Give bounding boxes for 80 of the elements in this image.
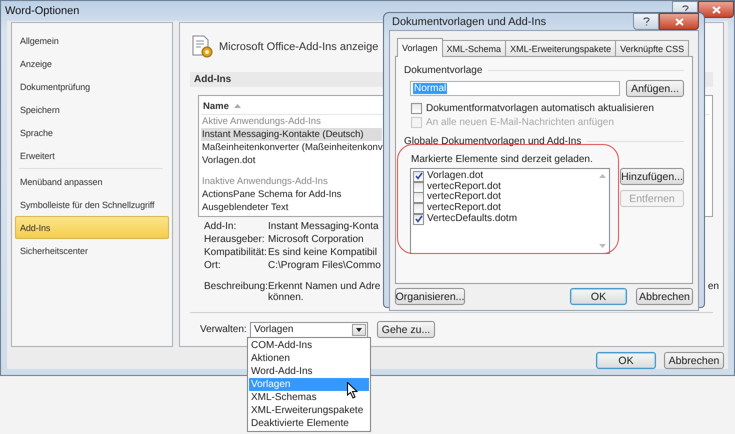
close-button[interactable] bbox=[659, 13, 699, 30]
sidebar-item[interactable]: Speichern bbox=[15, 98, 169, 121]
detail-label: Ort: bbox=[204, 259, 222, 272]
detail-label: Add-In: bbox=[204, 220, 238, 234]
sidebar-item[interactable]: Dokumentprüfung bbox=[15, 75, 169, 98]
add-in-row[interactable]: Instant Messaging-Kontakte (Deutsch) bbox=[201, 128, 382, 142]
checkbox[interactable] bbox=[413, 192, 424, 204]
close-icon bbox=[674, 18, 684, 26]
dropdown-option[interactable]: COM-Add-Ins bbox=[249, 339, 369, 352]
scroll-down-icon[interactable] bbox=[598, 244, 606, 248]
add-in-row[interactable]: Vorlagen.dot bbox=[201, 154, 382, 168]
dropdown-option[interactable]: Aktionen bbox=[249, 352, 369, 365]
column-header[interactable]: Name bbox=[203, 100, 229, 112]
dialog-button[interactable]: OK bbox=[570, 288, 627, 305]
checkbox-label: Dokumentformatvorlagen automatisch aktualisieren bbox=[426, 102, 654, 114]
add-in-row[interactable]: ActionsPane Schema for Add-Ins bbox=[201, 188, 382, 202]
pointer-icon bbox=[347, 382, 358, 399]
sidebar-item[interactable]: Symbolleiste für den Schnellzugriff bbox=[15, 193, 169, 216]
page-heading: Microsoft Office-Add-Ins anzeige bbox=[219, 41, 378, 54]
sidebar-item[interactable]: Menüband anpassen bbox=[15, 170, 169, 193]
description-text: en bbox=[708, 281, 719, 292]
help-button[interactable] bbox=[633, 13, 659, 30]
sidebar-item[interactable]: Sprache bbox=[15, 121, 169, 144]
close-icon bbox=[712, 6, 720, 14]
detail-value: Instant Messaging-Konta bbox=[268, 220, 380, 234]
add-in-row[interactable]: Ausgeblendeter Text bbox=[201, 201, 382, 214]
document-gear-icon bbox=[192, 35, 214, 60]
tab[interactable]: Verknüpfte CSS bbox=[615, 40, 690, 56]
checkbox[interactable] bbox=[411, 102, 422, 114]
scroll-up-icon[interactable] bbox=[598, 174, 606, 178]
group-heading: Inaktive Anwendungs-Add-Ins bbox=[201, 175, 328, 188]
tab[interactable]: XML-Erweiterungspakete bbox=[505, 40, 616, 56]
window-title: Word-Optionen bbox=[5, 5, 80, 17]
tab[interactable]: Vorlagen bbox=[397, 38, 443, 57]
sidebar-item[interactable]: Erweitert bbox=[15, 144, 169, 167]
attach-button[interactable]: Anfügen... bbox=[626, 80, 684, 97]
manage-dropdown[interactable]: Vorlagen bbox=[250, 322, 368, 338]
checkbox[interactable] bbox=[413, 170, 424, 182]
tab[interactable]: XML-Schema bbox=[442, 40, 506, 56]
detail-value: C:\Program Files\Commo bbox=[268, 259, 381, 272]
add-in-row[interactable]: Maßeinheitenkonverter (Maßeinheitenkonv bbox=[201, 141, 382, 154]
sidebar-item[interactable]: Add-Ins bbox=[15, 216, 169, 239]
detail-label: Herausgeber: bbox=[204, 233, 266, 246]
sidebar-item[interactable]: Anzeige bbox=[15, 52, 169, 75]
description-text: können. bbox=[268, 292, 305, 304]
dropdown-option[interactable]: Deaktivierte Elemente bbox=[249, 417, 369, 430]
help-icon bbox=[642, 17, 650, 26]
checkbox[interactable] bbox=[413, 214, 424, 225]
dialog-button[interactable]: Organisieren... bbox=[395, 288, 465, 305]
sort-icon bbox=[234, 104, 241, 108]
manage-label: Verwalten: bbox=[200, 324, 248, 335]
go-button[interactable]: Gehe zu... bbox=[377, 321, 435, 338]
dialog-title: Dokumentvorlagen und Add-Ins bbox=[392, 16, 546, 28]
sidebar-item[interactable]: Sicherheitscenter bbox=[15, 239, 169, 262]
detail-value: Microsoft Corporation bbox=[268, 233, 365, 246]
detail-value: Es sind keine Kompatibil bbox=[268, 246, 378, 260]
group-label: Globale Dokumentvorlagen und Add-Ins bbox=[404, 136, 582, 146]
checkbox[interactable] bbox=[413, 182, 424, 193]
checkbox-label: An alle neuen E-Mail-Nachrichten anfügen bbox=[426, 116, 614, 128]
caret-icon bbox=[356, 328, 362, 332]
dropdown-option[interactable]: XML-Erweiterungspakete bbox=[249, 404, 369, 417]
group-heading: Aktive Anwendungs-Add-Ins bbox=[201, 115, 321, 128]
detail-label: Kompatibilität: bbox=[204, 246, 268, 260]
close-button[interactable] bbox=[698, 1, 734, 18]
dialog-button[interactable]: Abbrechen bbox=[636, 288, 693, 305]
sidebar-item[interactable]: Allgemein bbox=[15, 29, 169, 52]
template-item: Vorlagen.dot bbox=[427, 171, 484, 181]
hint-text: Markierte Elemente sind derzeit geladen. bbox=[411, 154, 594, 165]
dropdown-option[interactable]: Word-Add-Ins bbox=[249, 365, 369, 378]
dialog-button[interactable]: Abbrechen bbox=[664, 352, 724, 369]
description-text: Erkennt Namen und Adre bbox=[268, 281, 380, 292]
template-item: vertecReport.dot bbox=[427, 182, 501, 192]
dropdown-option[interactable]: XML-Schemas bbox=[249, 391, 369, 404]
template-item: vertecReport.dot bbox=[427, 203, 501, 214]
checkbox[interactable] bbox=[413, 202, 424, 214]
template-item: VertecDefaults.dotm bbox=[427, 214, 518, 224]
list-button[interactable]: Hinzufügen... bbox=[620, 168, 684, 185]
dialog-button[interactable]: OK bbox=[596, 352, 656, 369]
template-item: vertecReport.dot bbox=[427, 192, 501, 202]
detail-label: Beschreibung: bbox=[204, 281, 268, 294]
